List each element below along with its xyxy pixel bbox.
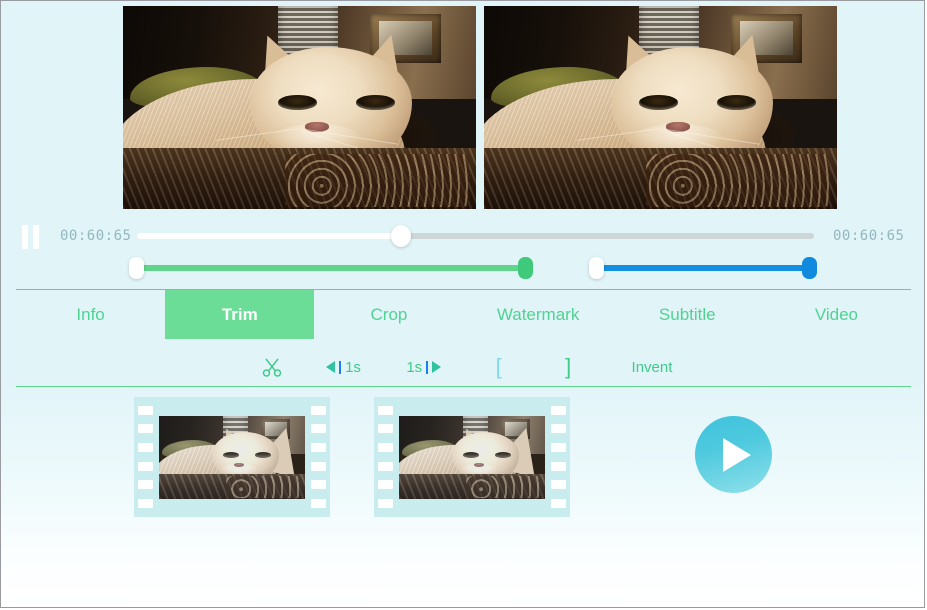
scissors-icon[interactable] xyxy=(241,351,303,383)
step-back-1s-button[interactable]: 1s xyxy=(303,351,383,383)
tab-watermark-label: Watermark xyxy=(496,304,580,324)
current-time-label: 00:60:65 xyxy=(60,228,132,244)
tab-trim[interactable]: Trim xyxy=(165,290,315,339)
range-end-handle[interactable] xyxy=(802,257,817,279)
mark-out-label: ] xyxy=(565,354,572,379)
video-preview-output[interactable] xyxy=(484,6,837,209)
trim-end-handle[interactable] xyxy=(518,257,533,279)
step-back-bar-icon xyxy=(339,360,342,374)
scrubber-progress xyxy=(137,233,402,239)
arrow-left-icon xyxy=(326,361,336,373)
step-forward-bar-icon xyxy=(426,360,429,374)
step-forward-label: 1s xyxy=(406,358,423,376)
filmstrip-thumbnail-1 xyxy=(159,415,305,499)
tab-info[interactable]: Info xyxy=(16,290,165,339)
total-time-label: 00:60:65 xyxy=(833,228,905,244)
pause-bar-left xyxy=(21,225,28,249)
trim-range-track-green xyxy=(129,265,533,271)
mark-in-button[interactable]: [ xyxy=(464,351,534,383)
mark-in-label: [ xyxy=(495,354,502,379)
trim-range-slider-green[interactable] xyxy=(129,257,533,279)
play-triangle-icon xyxy=(722,437,751,472)
tab-video[interactable]: Video xyxy=(762,290,911,339)
video-frame-image xyxy=(123,6,476,209)
tab-trim-label: Trim xyxy=(221,304,258,324)
editor-tabs: Info Trim Crop Watermark Subtitle Video xyxy=(16,290,911,339)
pause-icon[interactable] xyxy=(18,224,42,250)
thumbnail-image xyxy=(159,415,305,499)
playback-scrubber[interactable] xyxy=(137,225,814,247)
video-editor-window: 00:60:65 00:60:65 Info Trim Crop Waterma… xyxy=(0,0,925,608)
video-preview-original[interactable] xyxy=(123,6,476,209)
video-preview-row xyxy=(1,1,924,211)
filmstrip-thumbnail-2 xyxy=(399,415,545,499)
tab-crop[interactable]: Crop xyxy=(314,290,463,339)
scissors-glyph xyxy=(262,358,282,377)
invent-label: Invent xyxy=(631,358,673,376)
filmstrip-perforations-left xyxy=(134,397,157,517)
range-slider-blue[interactable] xyxy=(589,257,817,279)
mark-out-button[interactable]: ] xyxy=(533,351,603,383)
filmstrip-perforations-right xyxy=(307,397,330,517)
play-button[interactable] xyxy=(695,416,772,493)
toolbar-bottom-divider xyxy=(16,386,911,387)
range-track-blue xyxy=(589,265,817,271)
tab-video-label: Video xyxy=(814,304,859,324)
scrubber-handle[interactable] xyxy=(391,225,412,247)
arrow-right-icon xyxy=(432,361,442,373)
thumbnail-image xyxy=(399,415,545,499)
trim-start-handle[interactable] xyxy=(129,257,144,279)
range-start-handle[interactable] xyxy=(589,257,604,279)
tab-info-label: Info xyxy=(76,304,105,324)
pause-bar-right xyxy=(32,225,39,249)
tab-subtitle[interactable]: Subtitle xyxy=(613,290,762,339)
tab-crop-label: Crop xyxy=(370,304,408,324)
filmstrip-frame-2[interactable] xyxy=(374,397,570,517)
step-back-label: 1s xyxy=(345,358,361,376)
step-forward-1s-button[interactable]: 1s xyxy=(384,351,464,383)
trim-toolbar: 1s 1s [ ] Invent xyxy=(241,351,701,383)
tab-watermark[interactable]: Watermark xyxy=(464,290,613,339)
filmstrip-perforations-right xyxy=(547,397,570,517)
video-frame-image xyxy=(484,6,837,209)
tab-subtitle-label: Subtitle xyxy=(658,304,716,324)
invent-button[interactable]: Invent xyxy=(603,351,701,383)
filmstrip-perforations-left xyxy=(374,397,397,517)
filmstrip-frame-1[interactable] xyxy=(134,397,330,517)
